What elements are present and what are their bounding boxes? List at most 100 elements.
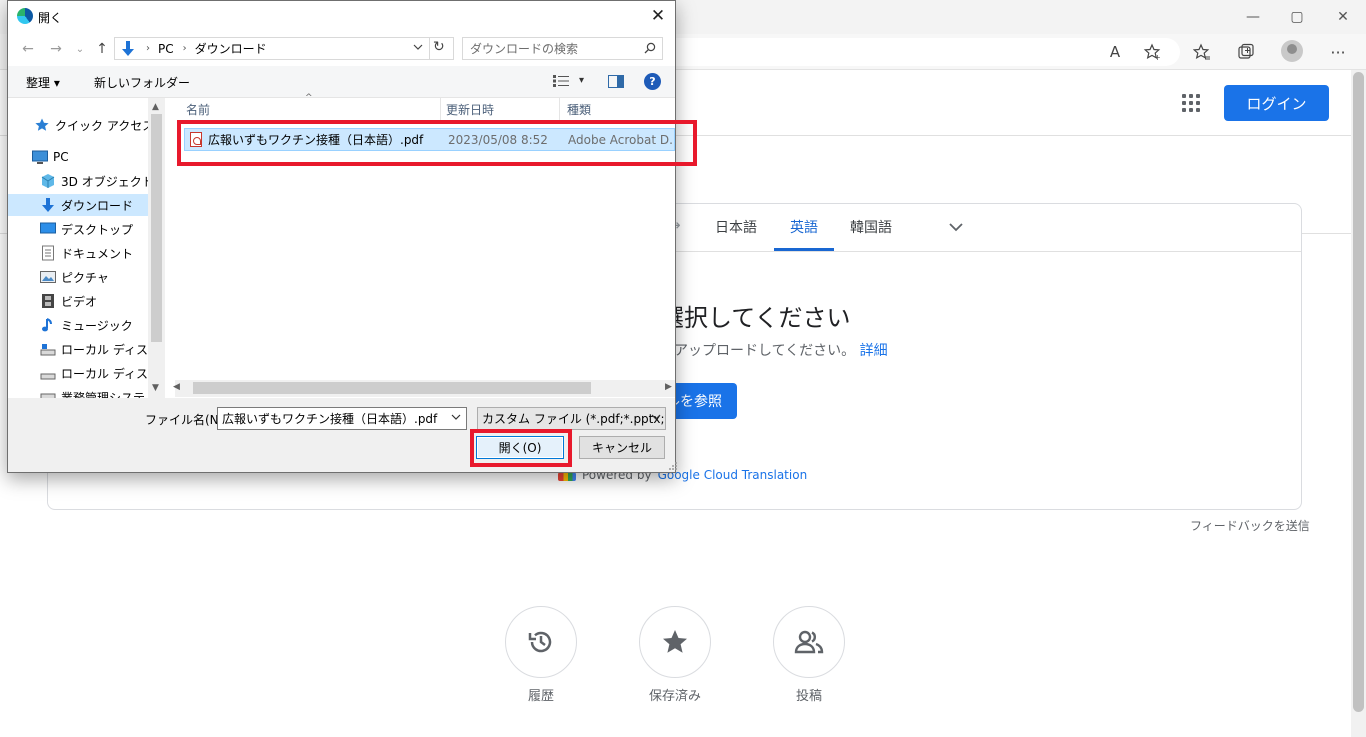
favorites-icon[interactable] <box>1189 40 1215 64</box>
minimize-button[interactable]: — <box>1241 6 1265 28</box>
tree-item-3d-objects[interactable]: 3D オブジェクト <box>8 170 154 192</box>
more-icon[interactable]: ··· <box>1325 40 1351 64</box>
tree-label: ダウンロード <box>61 198 134 213</box>
breadcrumb[interactable]: › PC › ダウンロード ↻ <box>114 37 454 60</box>
tree-label: PC <box>53 150 69 164</box>
resize-grip-icon[interactable] <box>668 461 678 471</box>
column-separator <box>440 98 441 121</box>
column-header-name[interactable]: 名前 <box>186 101 210 118</box>
open-highlight-box <box>470 429 572 467</box>
tree-item-downloads[interactable]: ダウンロード <box>8 194 153 216</box>
tree-item-pc[interactable]: PC <box>8 146 153 168</box>
download-arrow-icon <box>121 40 135 57</box>
path-separator: › <box>146 43 150 54</box>
tree-label: ピクチャ <box>61 270 109 285</box>
path-dropdown-icon[interactable] <box>413 42 423 55</box>
nav-scroll-down-icon[interactable]: ▼ <box>152 383 159 393</box>
search-box[interactable] <box>462 37 663 60</box>
scroll-left-icon[interactable]: ◀ <box>173 382 180 392</box>
videos-icon <box>40 293 56 309</box>
scroll-right-icon[interactable]: ▶ <box>665 382 672 392</box>
path-separator: › <box>182 43 187 54</box>
upload-title: 選択してください <box>660 304 851 332</box>
breadcrumb-downloads[interactable]: ダウンロード <box>195 40 267 57</box>
tree-label: ミュージック <box>61 318 133 333</box>
history-icon <box>528 631 552 653</box>
contributions-button[interactable] <box>773 606 845 678</box>
send-feedback-link[interactable]: フィードバックを送信 <box>1190 517 1310 534</box>
column-header-type[interactable]: 種類 <box>567 101 591 118</box>
tree-item-local-disk-d[interactable]: ローカル ディスク (D <box>8 362 163 384</box>
new-folder-button[interactable]: 新しいフォルダー <box>94 74 190 91</box>
login-button[interactable]: ログイン <box>1224 85 1329 121</box>
search-icon[interactable] <box>644 42 656 54</box>
tree-item-network-drive[interactable]: 業務管理システム <box>8 386 157 398</box>
chevron-down-icon[interactable] <box>948 219 964 235</box>
tree-label: 業務管理システム <box>61 390 157 399</box>
help-icon[interactable]: ? <box>644 73 661 90</box>
file-open-dialog: 開く ✕ ← → ⌄ ↑ › PC › ダウンロード ↻ 整理 ▾ 新しいフォル… <box>7 0 697 473</box>
collections-icon[interactable] <box>1233 40 1259 64</box>
window-close-button[interactable]: ✕ <box>1331 6 1355 28</box>
music-icon <box>40 317 56 333</box>
breadcrumb-pc[interactable]: PC <box>158 42 174 56</box>
page-scroll-thumb[interactable] <box>1353 72 1364 712</box>
file-list-hscroll-thumb[interactable] <box>193 382 591 394</box>
profile-avatar[interactable] <box>1281 40 1303 62</box>
quick-access-star-icon <box>34 117 50 133</box>
tab-japanese[interactable]: 日本語 <box>715 217 757 237</box>
cancel-button[interactable]: キャンセル <box>579 436 665 459</box>
google-cloud-translation-link[interactable]: Google Cloud Translation <box>658 468 808 482</box>
desktop-icon <box>40 221 56 237</box>
downloads-icon <box>40 197 56 213</box>
tree-label: デスクトップ <box>61 222 134 237</box>
tree-item-desktop[interactable]: デスクトップ <box>8 218 153 240</box>
nav-pane-scroll-thumb[interactable] <box>151 114 162 342</box>
nav-scroll-up-icon[interactable]: ▲ <box>152 102 159 112</box>
saved-label: 保存済み <box>648 689 701 704</box>
add-favorite-icon[interactable]: + <box>1139 40 1165 64</box>
navigation-pane: クイック アクセス PC 3D オブジェクト ダウンロード デスクトップ ドキュ… <box>8 98 163 398</box>
pc-icon <box>32 149 48 165</box>
sort-ascending-icon: ^ <box>305 93 313 103</box>
star-icon <box>663 630 687 653</box>
tree-item-music[interactable]: ミュージック <box>8 314 153 336</box>
tree-item-videos[interactable]: ビデオ <box>8 290 153 312</box>
read-aloud-icon[interactable]: A <box>1102 40 1128 64</box>
tree-item-quick-access[interactable]: クイック アクセス <box>8 114 154 136</box>
local-disk-icon <box>40 341 56 357</box>
view-options-icon[interactable] <box>553 75 569 87</box>
filename-input[interactable]: 広報いずもワクチン接種（日本語）.pdf <box>217 407 467 430</box>
restore-button[interactable]: ▢ <box>1285 6 1309 28</box>
filter-dropdown-icon[interactable] <box>651 412 661 425</box>
file-type-filter[interactable]: カスタム ファイル (*.pdf;*.pptx;*.xls <box>477 407 666 430</box>
filename-dropdown-icon[interactable] <box>451 412 461 425</box>
saved-button[interactable] <box>639 606 711 678</box>
history-button[interactable] <box>505 606 577 678</box>
preview-pane-icon[interactable] <box>608 75 624 88</box>
dialog-close-button[interactable]: ✕ <box>646 5 670 27</box>
tab-english[interactable]: 英語 <box>790 217 818 237</box>
forward-button[interactable]: → <box>46 39 66 59</box>
3d-objects-icon <box>40 173 56 189</box>
dialog-title-bar <box>8 1 675 32</box>
tree-item-local-disk-c[interactable]: ローカル ディスク (C <box>8 338 163 360</box>
organize-button[interactable]: 整理 ▾ <box>26 74 60 91</box>
tree-item-documents[interactable]: ドキュメント <box>8 242 153 264</box>
up-button[interactable]: ↑ <box>92 39 112 59</box>
back-button[interactable]: ← <box>18 39 38 59</box>
column-header-modified[interactable]: 更新日時 <box>446 101 494 118</box>
svg-text:+: + <box>1154 53 1161 61</box>
search-input[interactable] <box>463 38 638 59</box>
view-dropdown-icon[interactable]: ▾ <box>579 75 584 86</box>
recent-locations-button[interactable]: ⌄ <box>70 39 90 59</box>
apps-grid-icon[interactable] <box>1180 92 1202 114</box>
detail-link[interactable]: 詳細 <box>860 343 888 359</box>
tree-item-pictures[interactable]: ピクチャ <box>8 266 153 288</box>
refresh-icon[interactable]: ↻ <box>433 39 445 55</box>
tree-label: ビデオ <box>61 294 98 309</box>
network-drive-icon <box>40 389 56 398</box>
edge-icon <box>17 8 33 24</box>
file-highlight-box <box>177 120 697 166</box>
tab-korean[interactable]: 韓国語 <box>850 217 892 237</box>
